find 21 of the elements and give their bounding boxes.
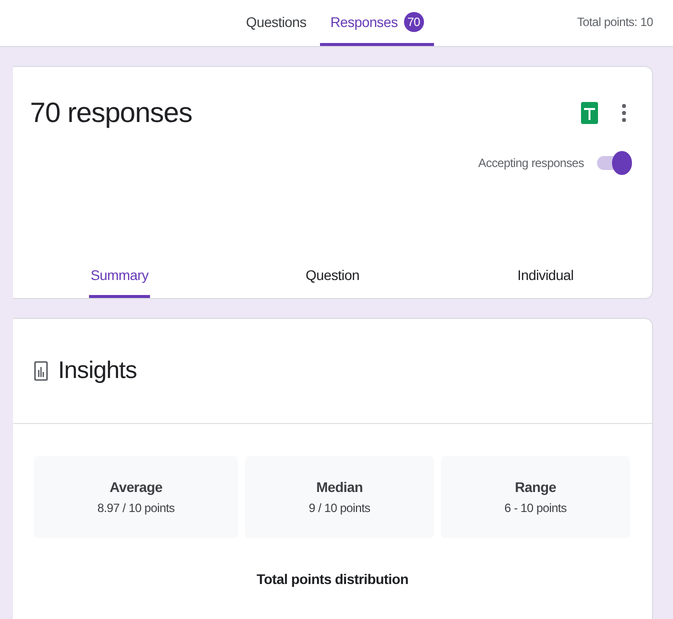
more-icon[interactable] <box>622 104 626 122</box>
total-points: Total points: 10 <box>577 15 653 29</box>
accepting-toggle[interactable] <box>596 151 632 175</box>
stat-value: 6 - 10 points <box>504 501 567 515</box>
spreadsheet-icon[interactable] <box>581 102 598 124</box>
responses-title: 70 responses <box>30 97 194 129</box>
accepting-label: Accepting responses <box>478 156 584 170</box>
view-tab[interactable]: Summary <box>13 254 226 298</box>
stat-value: 8.97 / 10 points <box>97 501 175 515</box>
count-badge: 70 <box>404 12 424 32</box>
stat-label: Average <box>110 479 162 495</box>
view-tab[interactable]: Question <box>226 254 439 298</box>
insights-title: Insights <box>58 357 137 385</box>
chart-icon <box>34 361 48 381</box>
stat-label: Median <box>316 479 363 495</box>
stat-label: Range <box>514 479 556 495</box>
tab[interactable]: Questions <box>236 0 316 46</box>
view-tab[interactable]: Individual <box>439 254 652 298</box>
distribution-title: Total points distribution <box>256 571 410 587</box>
tab[interactable]: Responses 70 <box>320 0 434 46</box>
stat-value: 9 / 10 points <box>308 501 370 515</box>
